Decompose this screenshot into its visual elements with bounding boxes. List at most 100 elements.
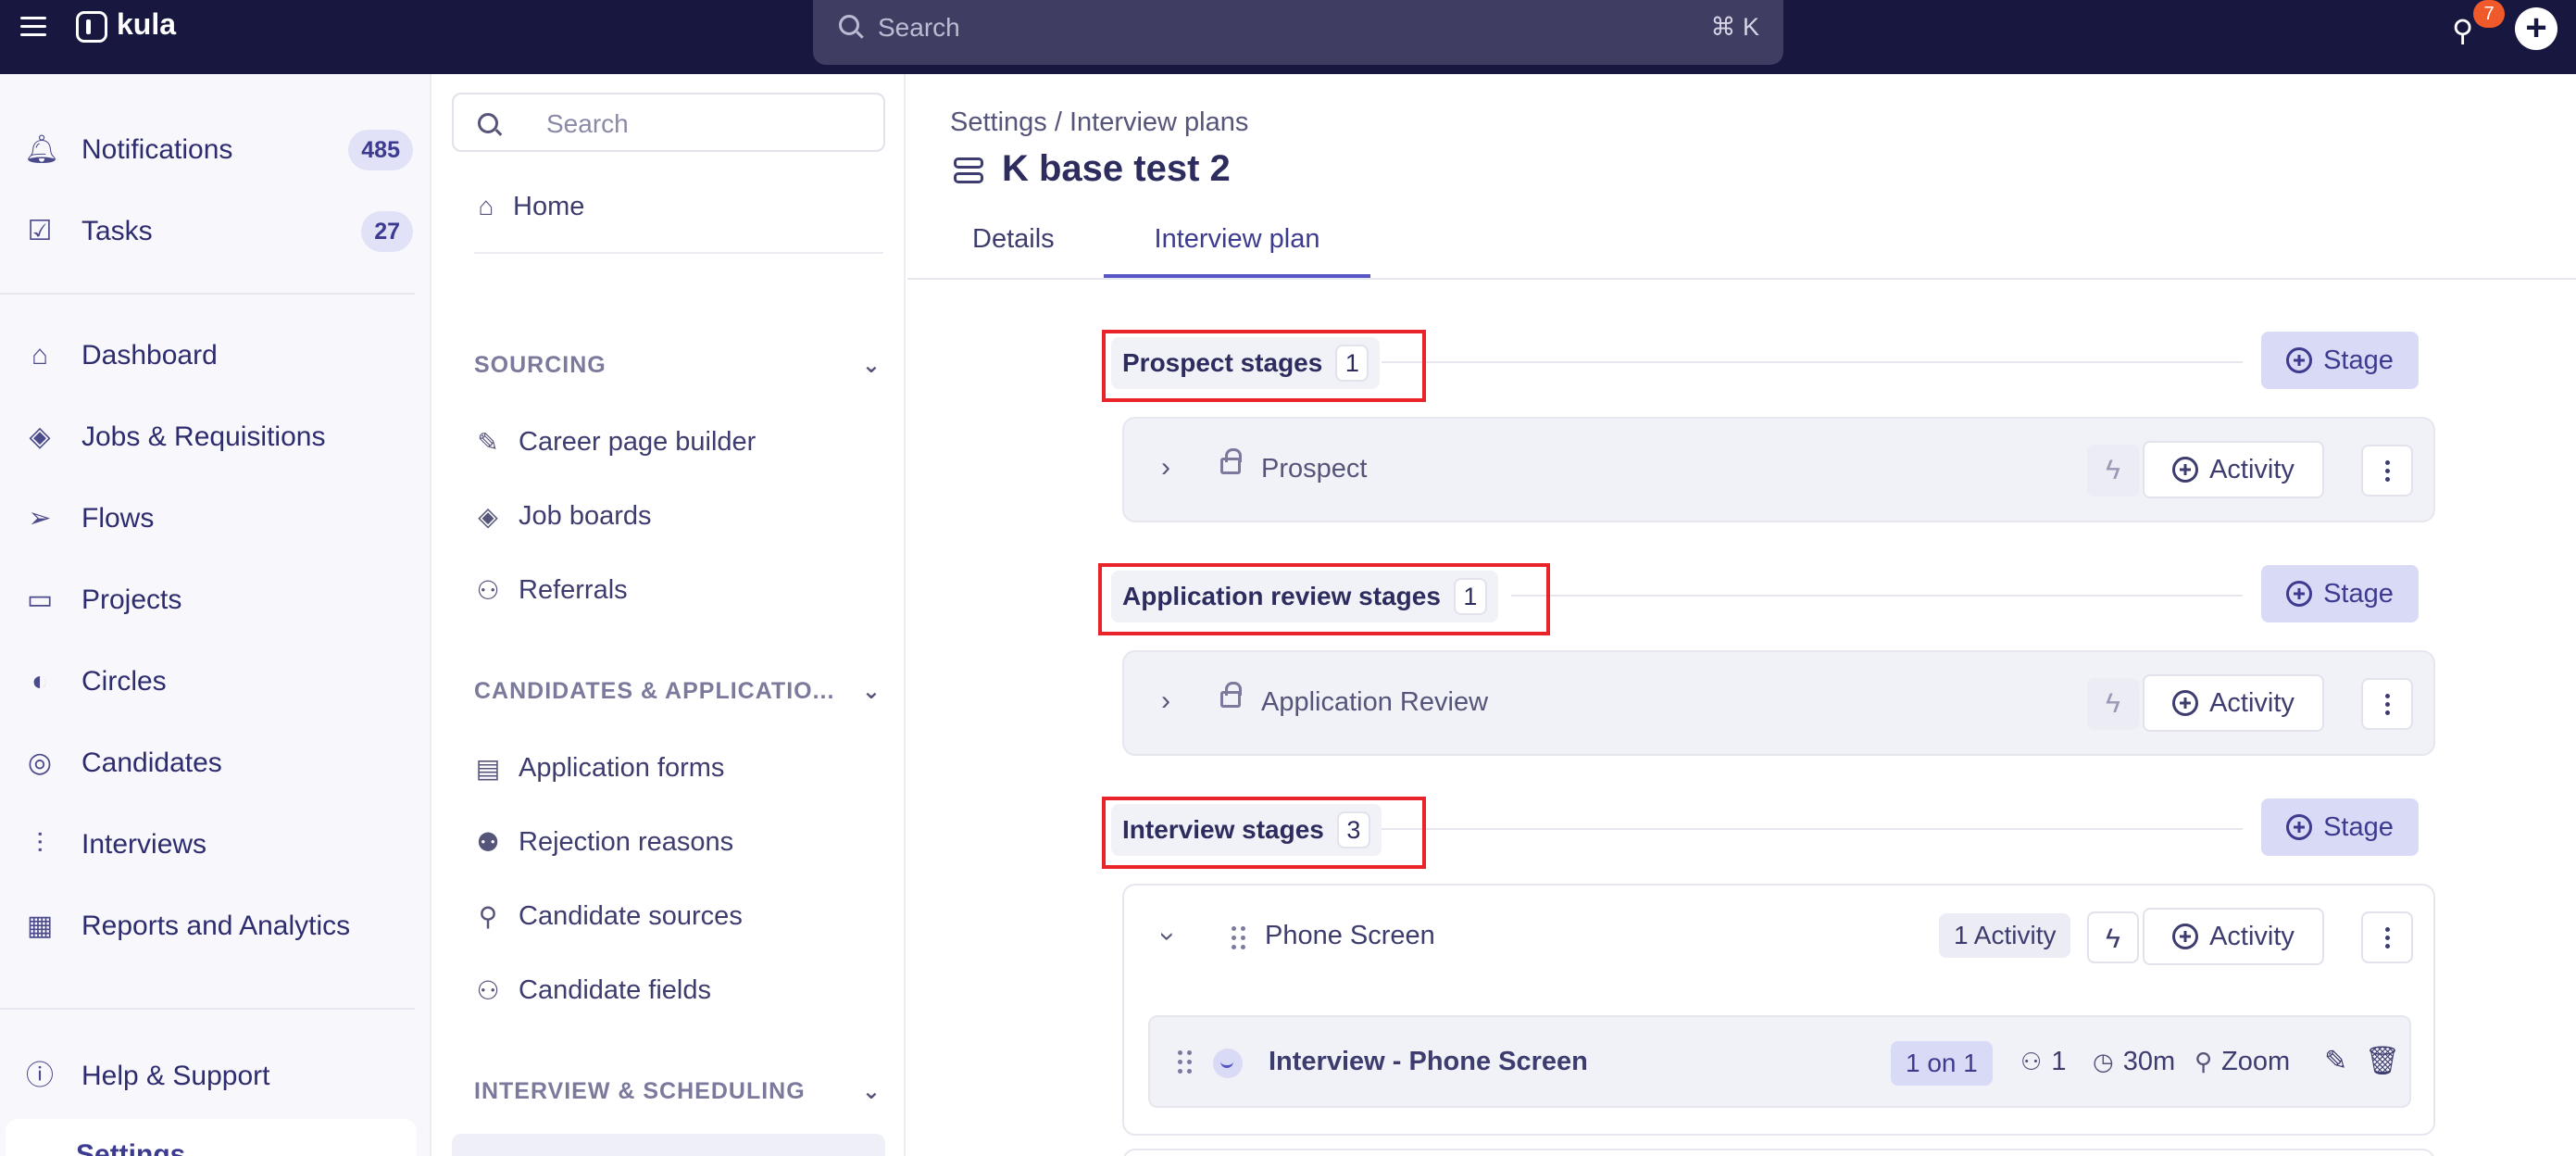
- pencil-icon: ✎: [477, 427, 499, 457]
- settings-item-active[interactable]: [452, 1134, 885, 1156]
- stage-card: › Prospect ϟ Activity: [1122, 417, 2435, 522]
- settings-item-career-page-builder[interactable]: ✎ Career page builder: [474, 419, 882, 465]
- sidebar-item-label: Candidates: [81, 748, 222, 778]
- global-search-bar[interactable]: Search ⌘ K: [813, 0, 1783, 65]
- stage-group-name: Application review stages: [1122, 582, 1441, 610]
- sidebar-item-flows[interactable]: ➢ Flows: [24, 491, 413, 547]
- button-label: Activity: [2209, 921, 2295, 951]
- stage-group-header: Interview stages 3 Stage: [1102, 797, 2419, 869]
- duration-value: 30m: [2122, 1047, 2176, 1076]
- add-activity-button[interactable]: Activity: [2143, 674, 2324, 732]
- sidebar-item-circles[interactable]: ◐ Circles: [24, 654, 413, 710]
- chart-icon: ▦: [26, 911, 54, 941]
- tab-interview-plan[interactable]: Interview plan: [1104, 224, 1370, 278]
- stage-group-count: 1: [1453, 578, 1487, 615]
- stage-card: › Application Review ϟ Activity: [1122, 650, 2435, 756]
- section-title: SOURCING: [474, 352, 606, 378]
- settings-item-application-forms[interactable]: ▤ Application forms: [474, 745, 882, 791]
- button-label: Stage: [2323, 578, 2394, 609]
- plus-circle-icon: [2286, 581, 2313, 607]
- notification-badge: 7: [2473, 0, 2505, 28]
- stage-name: Prospect: [1261, 454, 1368, 484]
- add-stage-button[interactable]: Stage: [2261, 565, 2419, 622]
- layers-icon: ◈: [478, 501, 498, 531]
- settings-search-input[interactable]: Search: [452, 93, 885, 152]
- automation-bolt-button[interactable]: ϟ: [2087, 445, 2139, 496]
- location: ⚲ Zoom: [2195, 1047, 2290, 1077]
- hamburger-menu-icon[interactable]: [20, 17, 46, 39]
- stage-group-name: Prospect stages: [1122, 348, 1323, 377]
- sidebar-item-label: Projects: [81, 584, 182, 615]
- section-sourcing[interactable]: SOURCING ⌄: [474, 352, 882, 379]
- add-stage-button[interactable]: Stage: [2261, 798, 2419, 856]
- clock-icon: ◷: [2093, 1048, 2114, 1075]
- settings-item-home[interactable]: ⌂ Home: [472, 183, 880, 230]
- settings-item-candidate-sources[interactable]: ⚲ Candidate sources: [474, 893, 882, 939]
- sidebar-item-jobs[interactable]: ◈ Jobs & Requisitions: [24, 409, 413, 465]
- sidebar-item-label: Dashboard: [81, 340, 218, 371]
- sidebar-item-interviews[interactable]: ⫶ Interviews: [24, 817, 413, 873]
- top-bar: kula Search ⌘ K ⚲ 7 +: [0, 0, 2576, 74]
- section-interview-scheduling[interactable]: INTERVIEW & SCHEDULING ⌄: [474, 1078, 882, 1105]
- add-activity-button[interactable]: Activity: [2143, 908, 2324, 965]
- sidebar-item-notifications[interactable]: 🔔︎ Notifications 485: [24, 122, 413, 178]
- divider-line: [1382, 828, 2243, 830]
- chevron-right-icon[interactable]: ›: [1161, 452, 1170, 484]
- edit-icon[interactable]: ✎: [2324, 1045, 2347, 1077]
- duration: ◷ 30m: [2093, 1047, 2175, 1077]
- add-stage-button[interactable]: Stage: [2261, 332, 2419, 389]
- user-x-icon: ⚉: [476, 827, 500, 857]
- settings-item-referrals[interactable]: ⚇ Referrals: [474, 567, 882, 613]
- chevron-right-icon[interactable]: ›: [1161, 685, 1170, 717]
- settings-item-label: Application forms: [519, 752, 725, 783]
- section-title: CANDIDATES & APPLICATIO...: [474, 678, 835, 704]
- automation-bolt-button[interactable]: ϟ: [2087, 678, 2139, 730]
- stage-group-header: Application review stages 1 Stage: [1098, 563, 2419, 635]
- sidebar-item-reports[interactable]: ▦ Reports and Analytics: [24, 898, 413, 954]
- plus-circle-icon: [2172, 457, 2199, 483]
- settings-item-label: Rejection reasons: [519, 826, 734, 857]
- sidebar-item-candidates[interactable]: ◎ Candidates: [24, 735, 413, 791]
- user-card-icon: ⚇: [476, 975, 500, 1005]
- settings-item-candidate-fields[interactable]: ⚇ Candidate fields: [474, 967, 882, 1013]
- automation-bolt-button[interactable]: ϟ: [2087, 911, 2139, 963]
- tab-details[interactable]: Details: [972, 224, 1055, 278]
- folder-icon: ▭: [26, 584, 54, 615]
- more-options-button[interactable]: [2361, 678, 2413, 730]
- drag-handle-icon[interactable]: [1232, 926, 1246, 950]
- create-new-button[interactable]: +: [2515, 7, 2557, 50]
- plus-circle-icon: [2286, 347, 2313, 373]
- trash-icon[interactable]: 🗑︎: [2365, 1045, 2400, 1077]
- activity-row[interactable]: Interview - Phone Screen 1 on 1 ⚇ 1 ◷ 30…: [1148, 1015, 2411, 1108]
- primary-sidebar: 🔔︎ Notifications 485 ☑ Tasks 27 ⌂ Dashbo…: [0, 74, 431, 1156]
- chevron-down-icon[interactable]: ›: [1152, 932, 1183, 941]
- bell-icon: 🔔︎: [24, 134, 60, 165]
- button-label: Stage: [2323, 345, 2394, 375]
- sidebar-item-label: Interviews: [81, 829, 207, 860]
- settings-item-rejection-reasons[interactable]: ⚉ Rejection reasons: [474, 819, 882, 865]
- sidebar-item-projects[interactable]: ▭ Projects: [24, 572, 413, 628]
- home-icon: ⌂: [478, 192, 494, 220]
- sidebar-item-tasks[interactable]: ☑ Tasks 27: [24, 204, 413, 259]
- sidebar-item-help[interactable]: ⓘ Help & Support: [24, 1049, 413, 1104]
- sidebar-item-label: Flows: [81, 503, 155, 534]
- search-icon: [478, 113, 498, 133]
- chevron-down-icon: ⌄: [861, 1079, 882, 1104]
- sidebar-divider: [0, 293, 415, 295]
- drag-handle-icon[interactable]: [1178, 1050, 1193, 1074]
- more-options-button[interactable]: [2361, 445, 2413, 496]
- plus-circle-icon: [2286, 814, 2313, 840]
- settings-item-job-boards[interactable]: ◈ Job boards: [474, 493, 882, 539]
- users-icon: ⚇: [2020, 1048, 2043, 1075]
- sidebar-item-settings[interactable]: Settings: [6, 1119, 417, 1156]
- home-icon: ⌂: [31, 340, 49, 371]
- settings-item-label: Job boards: [519, 500, 652, 531]
- more-options-button[interactable]: [2361, 911, 2413, 963]
- smiley-icon: [1213, 1049, 1243, 1078]
- add-activity-button[interactable]: Activity: [2143, 441, 2324, 498]
- section-candidates-applications[interactable]: CANDIDATES & APPLICATIO... ⌄: [474, 678, 882, 705]
- sidebar-item-dashboard[interactable]: ⌂ Dashboard: [24, 328, 413, 383]
- settings-item-label: Candidate sources: [519, 900, 743, 931]
- user-circle-icon: ◎: [27, 748, 53, 778]
- plus-circle-icon: [2172, 690, 2199, 716]
